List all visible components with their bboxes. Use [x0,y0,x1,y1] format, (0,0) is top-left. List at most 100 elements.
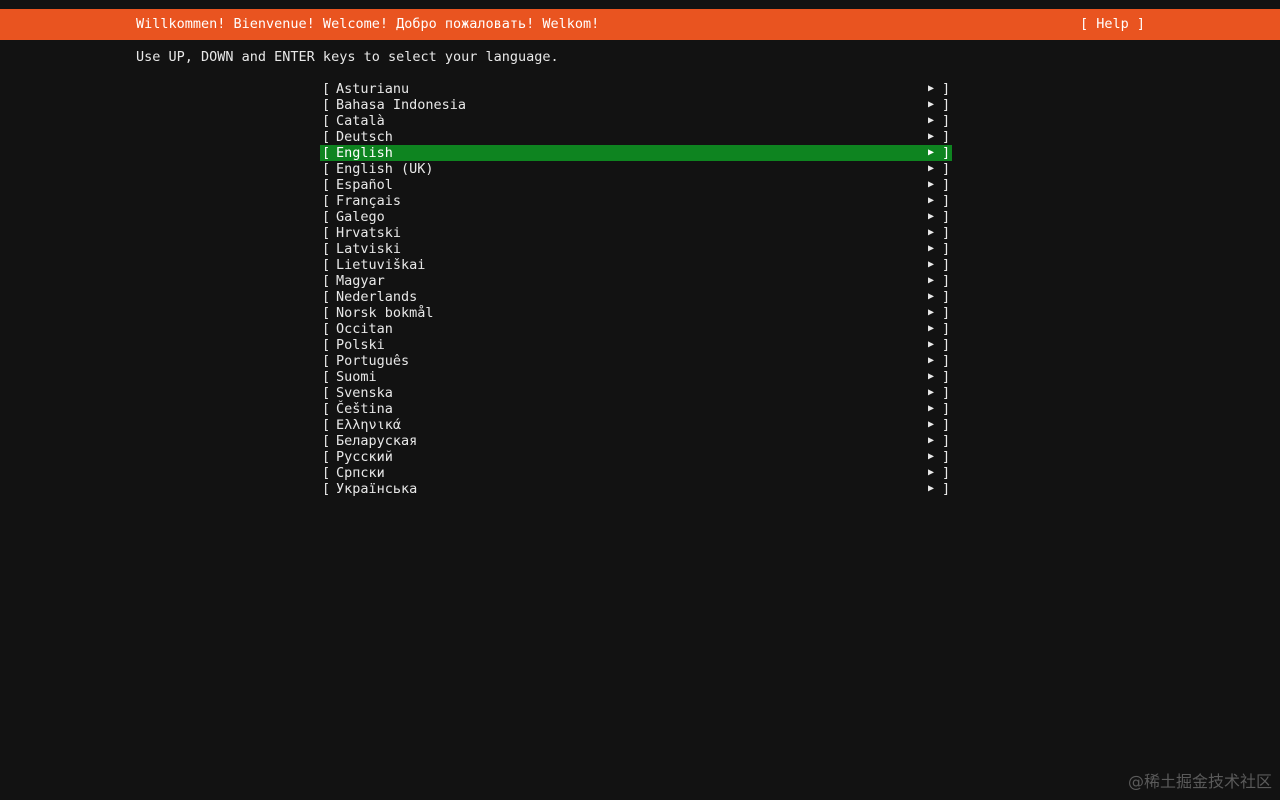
bracket-open: [ [322,305,331,321]
bracket-close: ] [942,241,951,257]
arrow-right-icon: ▶ [928,483,935,494]
language-label: Galego [336,209,385,225]
arrow-right-icon: ▶ [928,83,935,94]
language-label: Русский [336,449,393,465]
header-title: Willkommen! Bienvenue! Welcome! Добро по… [136,16,600,32]
language-option[interactable]: [Polski ▶] [320,337,952,353]
language-option[interactable]: [English (UK) ▶] [320,161,952,177]
bracket-open: [ [322,465,331,481]
arrow-right-icon: ▶ [928,259,935,270]
language-label: Čeština [336,401,393,417]
language-option[interactable]: [Asturianu ▶] [320,81,952,97]
arrow-right-icon: ▶ [928,371,935,382]
bracket-open: [ [322,353,331,369]
language-option[interactable]: [Svenska ▶] [320,385,952,401]
language-option[interactable]: [ Hrvatski ▶] [320,225,952,241]
language-option[interactable]: [Bahasa Indonesia ▶] [320,97,952,113]
bracket-open: [ [322,433,331,449]
language-option[interactable]: [Deutsch ▶] [320,129,952,145]
arrow-right-icon: ▶ [928,131,935,142]
bracket-close: ] [942,305,951,321]
bracket-close: ] [942,369,951,385]
bracket-open: [ [322,321,331,337]
bracket-close: ] [942,257,951,273]
language-option[interactable]: [Čeština ▶] [320,401,952,417]
bracket-open: [ [322,113,331,129]
arrow-right-icon: ▶ [928,115,935,126]
language-option[interactable]: [Українська ▶] [320,481,952,497]
bracket-close: ] [942,273,951,289]
arrow-right-icon: ▶ [928,211,935,222]
bracket-close: ] [942,321,951,337]
language-option[interactable]: [Lietuviškai ▶] [320,257,952,273]
language-option[interactable]: [English ▶] [320,145,952,161]
language-label: Deutsch [336,129,393,145]
language-label: Català [336,113,385,129]
arrow-right-icon: ▶ [928,243,935,254]
language-option[interactable]: [Русский ▶] [320,449,952,465]
language-option[interactable]: [ Occitan ▶] [320,321,952,337]
language-option[interactable]: [Српски ▶] [320,465,952,481]
language-label: Svenska [336,385,393,401]
arrow-right-icon: ▶ [928,307,935,318]
bracket-close: ] [942,161,951,177]
language-label: Polski [336,337,385,353]
language-option[interactable]: [ Norsk bokmål ▶] [320,305,952,321]
bracket-close: ] [942,401,951,417]
bracket-close: ] [942,449,951,465]
bracket-open: [ [322,289,331,305]
language-label: English [336,145,393,161]
language-option[interactable]: [Français ▶] [320,193,952,209]
bracket-open: [ [322,97,331,113]
language-option[interactable]: [Latviski ▶] [320,241,952,257]
bracket-open: [ [322,225,331,241]
bracket-close: ] [942,209,951,225]
language-option[interactable]: [Español ▶] [320,177,952,193]
language-label: Magyar [336,273,385,289]
language-label: Norsk bokmål [336,305,434,321]
language-option[interactable]: [Ελληνικά ▶] [320,417,952,433]
bracket-open: [ [322,449,331,465]
bracket-close: ] [942,145,951,161]
bracket-close: ] [942,337,951,353]
language-label: Ελληνικά [336,417,402,433]
bracket-close: ] [942,289,951,305]
language-label: Беларуская [336,433,418,449]
bracket-close: ] [942,113,951,129]
language-option[interactable]: [Nederlands ▶] [320,289,952,305]
language-label: Occitan [336,321,393,337]
language-label: English (UK) [336,161,434,177]
language-list: [Asturianu ▶] [Bahasa Indonesia ▶] [Català ▶]… [320,81,952,497]
bracket-open: [ [322,145,331,161]
language-option[interactable]: [Беларуская ▶] [320,433,952,449]
arrow-right-icon: ▶ [928,195,935,206]
language-option[interactable]: [ Català ▶] [320,113,952,129]
language-option[interactable]: [Galego ▶] [320,209,952,225]
help-button[interactable]: [ Help ] [1080,16,1145,32]
bracket-open: [ [322,177,331,193]
arrow-right-icon: ▶ [928,227,935,238]
language-label: Hrvatski [336,225,402,241]
bracket-open: [ [322,481,331,497]
bracket-close: ] [942,81,951,97]
arrow-right-icon: ▶ [928,387,935,398]
bracket-open: [ [322,401,331,417]
language-option[interactable]: [Magyar ▶] [320,273,952,289]
bracket-close: ] [942,97,951,113]
language-label: Українська [336,481,418,497]
language-label: Português [336,353,410,369]
language-option[interactable]: [Suomi ▶] [320,369,952,385]
arrow-right-icon: ▶ [928,467,935,478]
bracket-open: [ [322,385,331,401]
language-label: Latviski [336,241,402,257]
language-option[interactable]: [Português ▶] [320,353,952,369]
arrow-right-icon: ▶ [928,419,935,430]
bracket-close: ] [942,225,951,241]
bracket-close: ] [942,177,951,193]
bracket-close: ] [942,465,951,481]
arrow-right-icon: ▶ [928,323,935,334]
watermark: @稀土掘金技术社区 [1127,772,1272,791]
arrow-right-icon: ▶ [928,275,935,286]
bracket-open: [ [322,369,331,385]
instructions-text: Use UP, DOWN and ENTER keys to select yo… [136,49,559,65]
